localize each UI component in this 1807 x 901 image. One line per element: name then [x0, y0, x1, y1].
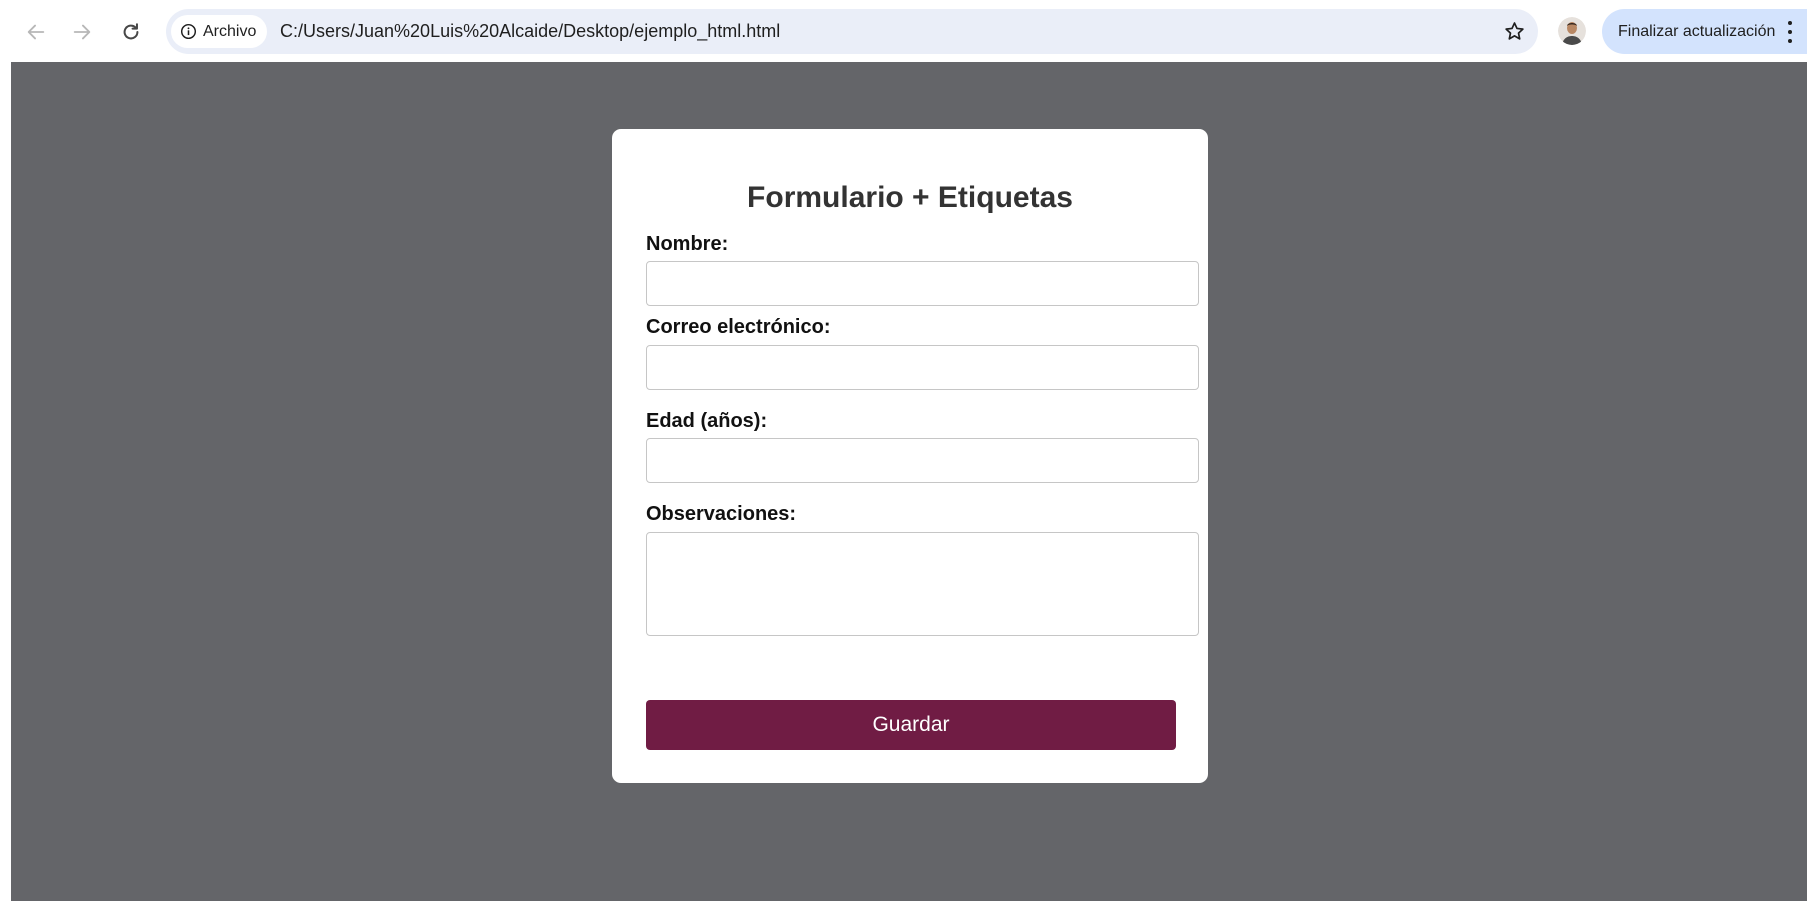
- name-input[interactable]: [646, 261, 1199, 306]
- save-button[interactable]: Guardar: [646, 700, 1176, 750]
- update-button-label: Finalizar actualización: [1618, 23, 1776, 40]
- url-text[interactable]: C:/Users/Juan%20Luis%20Alcaide/Desktop/e…: [280, 9, 780, 54]
- email-label: Correo electrónico:: [646, 316, 831, 338]
- star-icon: [1505, 22, 1524, 40]
- bookmark-button[interactable]: [1501, 18, 1528, 45]
- age-input[interactable]: [646, 438, 1199, 483]
- back-button[interactable]: [17, 13, 55, 51]
- avatar[interactable]: [1558, 17, 1586, 45]
- observations-label: Observaciones:: [646, 503, 797, 525]
- forward-button[interactable]: [63, 13, 101, 51]
- reload-button[interactable]: [112, 13, 150, 51]
- form-card: Formulario + Etiquetas Nombre: Correo el…: [612, 129, 1208, 783]
- email-input[interactable]: [646, 345, 1199, 390]
- arrow-left-icon: [27, 24, 45, 40]
- page-viewport: Formulario + Etiquetas Nombre: Correo el…: [11, 62, 1807, 901]
- name-label: Nombre:: [646, 233, 729, 255]
- reload-icon: [123, 23, 139, 40]
- update-button[interactable]: Finalizar actualización: [1602, 9, 1807, 54]
- browser-toolbar: Archivo C:/Users/Juan%20Luis%20Alcaide/D…: [0, 0, 1807, 62]
- info-icon: [180, 23, 197, 40]
- kebab-menu-icon[interactable]: [1787, 21, 1793, 43]
- form-title: Formulario + Etiquetas: [747, 181, 1073, 214]
- age-label: Edad (años):: [646, 410, 768, 432]
- site-info-label: Archivo: [203, 22, 257, 40]
- arrow-right-icon: [73, 24, 91, 40]
- address-bar[interactable]: Archivo C:/Users/Juan%20Luis%20Alcaide/D…: [166, 9, 1538, 54]
- observations-textarea[interactable]: [646, 532, 1199, 636]
- site-info-chip[interactable]: Archivo: [171, 15, 268, 48]
